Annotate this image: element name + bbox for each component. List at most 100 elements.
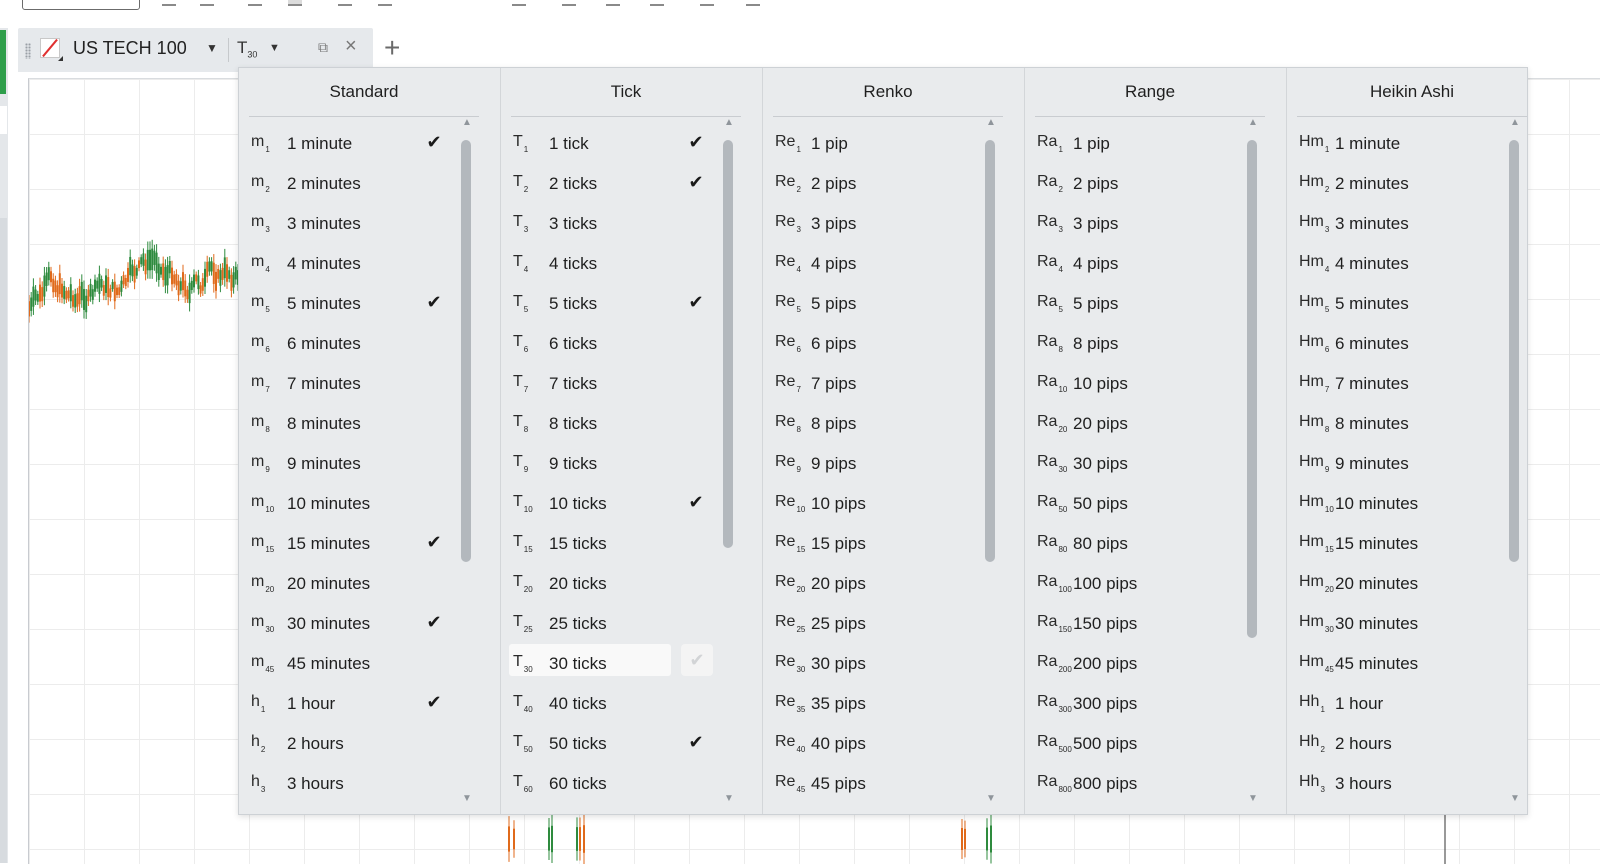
toolbar-tool-icon[interactable] <box>288 0 302 6</box>
period-option[interactable]: T7 7 ticks <box>501 363 741 403</box>
period-option[interactable]: T1 1 tick ✔ <box>501 123 741 163</box>
check-icon[interactable]: ✔ <box>424 532 444 552</box>
period-option[interactable]: Re3 3 pips <box>763 203 1003 243</box>
period-option[interactable]: Hm5 5 minutes <box>1287 283 1527 323</box>
period-option[interactable]: Ra4 4 pips <box>1025 243 1265 283</box>
period-dropdown-caret-icon[interactable]: ▼ <box>269 42 280 54</box>
period-option[interactable]: Ra10 10 pips <box>1025 363 1265 403</box>
period-option[interactable]: m4 4 minutes <box>239 243 479 283</box>
period-option[interactable]: Hm10 10 minutes <box>1287 483 1527 523</box>
period-option[interactable]: m45 45 minutes <box>239 643 479 683</box>
period-option[interactable]: Hm20 20 minutes <box>1287 563 1527 603</box>
check-icon[interactable]: ✔ <box>686 732 706 752</box>
period-option[interactable]: Re40 40 pips <box>763 723 1003 763</box>
period-option[interactable]: Ra1 1 pip <box>1025 123 1265 163</box>
check-icon[interactable]: ✔ <box>424 292 444 312</box>
period-option[interactable]: T3 3 ticks <box>501 203 741 243</box>
period-option[interactable]: Ra300 300 pips <box>1025 683 1265 723</box>
period-option[interactable]: T25 25 ticks <box>501 603 741 643</box>
period-option[interactable]: Re1 1 pip <box>763 123 1003 163</box>
period-option[interactable]: m3 3 minutes <box>239 203 479 243</box>
toolbar-tool-icon[interactable] <box>606 0 620 6</box>
period-option[interactable]: h2 2 hours <box>239 723 479 763</box>
period-option[interactable]: Ra100 100 pips <box>1025 563 1265 603</box>
period-option[interactable]: Hm7 7 minutes <box>1287 363 1527 403</box>
period-option[interactable]: T30 30 ticks ✔ <box>501 643 741 683</box>
period-option[interactable]: Hm1 1 minute <box>1287 123 1527 163</box>
period-option[interactable]: m15 15 minutes ✔ <box>239 523 479 563</box>
period-option[interactable]: m20 20 minutes <box>239 563 479 603</box>
period-option[interactable]: Re7 7 pips <box>763 363 1003 403</box>
period-option[interactable]: m9 9 minutes <box>239 443 479 483</box>
period-option[interactable]: m6 6 minutes <box>239 323 479 363</box>
check-icon[interactable]: ✔ <box>424 612 444 632</box>
toolbar-tool-icon[interactable] <box>162 0 176 6</box>
left-sidebar-tab[interactable] <box>0 106 7 134</box>
period-option[interactable]: Hm9 9 minutes <box>1287 443 1527 483</box>
period-option[interactable]: T60 60 ticks <box>501 763 741 803</box>
period-option[interactable]: T6 6 ticks <box>501 323 741 363</box>
drag-handle-icon[interactable] <box>25 43 31 59</box>
period-option[interactable]: T4 4 ticks <box>501 243 741 283</box>
period-option[interactable]: Re25 25 pips <box>763 603 1003 643</box>
period-option[interactable]: Re35 35 pips <box>763 683 1003 723</box>
period-option[interactable]: Ra2 2 pips <box>1025 163 1265 203</box>
period-option[interactable]: Ra8 8 pips <box>1025 323 1265 363</box>
period-option[interactable]: Re8 8 pips <box>763 403 1003 443</box>
period-option[interactable]: Hh2 2 hours <box>1287 723 1527 763</box>
period-option[interactable]: T10 10 ticks ✔ <box>501 483 741 523</box>
period-option[interactable]: Hm6 6 minutes <box>1287 323 1527 363</box>
period-option[interactable]: Ra80 80 pips <box>1025 523 1265 563</box>
check-icon[interactable]: ✔ <box>424 132 444 152</box>
period-option[interactable]: m2 2 minutes <box>239 163 479 203</box>
period-option[interactable]: m1 1 minute ✔ <box>239 123 479 163</box>
toolbar-tool-icon[interactable] <box>512 0 526 6</box>
period-option[interactable]: Re5 5 pips <box>763 283 1003 323</box>
period-option[interactable]: m10 10 minutes <box>239 483 479 523</box>
period-option[interactable]: m5 5 minutes ✔ <box>239 283 479 323</box>
period-option[interactable]: T50 50 ticks ✔ <box>501 723 741 763</box>
period-option[interactable]: Ra50 50 pips <box>1025 483 1265 523</box>
period-option[interactable]: h1 1 hour ✔ <box>239 683 479 723</box>
check-icon[interactable]: ✔ <box>686 492 706 512</box>
toolbar-search-box[interactable] <box>22 0 140 10</box>
period-option[interactable]: Ra150 150 pips <box>1025 603 1265 643</box>
check-icon[interactable]: ✔ <box>687 650 707 670</box>
period-option[interactable]: Ra5 5 pips <box>1025 283 1265 323</box>
period-option[interactable]: Hm45 45 minutes <box>1287 643 1527 683</box>
close-icon[interactable]: × <box>345 36 357 56</box>
instrument-name[interactable]: US TECH 100 <box>73 38 187 59</box>
period-option[interactable]: T8 8 ticks <box>501 403 741 443</box>
period-option[interactable]: m8 8 minutes <box>239 403 479 443</box>
period-option[interactable]: Hh1 1 hour <box>1287 683 1527 723</box>
period-option[interactable]: Re15 15 pips <box>763 523 1003 563</box>
period-option[interactable]: Re10 10 pips <box>763 483 1003 523</box>
toolbar-tool-icon[interactable] <box>338 0 352 6</box>
toolbar-tool-icon[interactable] <box>200 0 214 6</box>
check-icon[interactable]: ✔ <box>686 292 706 312</box>
period-option[interactable]: Re20 20 pips <box>763 563 1003 603</box>
period-option[interactable]: Ra3 3 pips <box>1025 203 1265 243</box>
period-option[interactable]: Re9 9 pips <box>763 443 1003 483</box>
toolbar-tool-icon[interactable] <box>248 0 262 6</box>
period-option[interactable]: Hm30 30 minutes <box>1287 603 1527 643</box>
toolbar-tool-icon[interactable] <box>650 0 664 6</box>
popout-icon[interactable]: ⧉ <box>318 40 332 54</box>
period-option[interactable]: h3 3 hours <box>239 763 479 803</box>
period-option[interactable]: Re6 6 pips <box>763 323 1003 363</box>
period-option[interactable]: Re4 4 pips <box>763 243 1003 283</box>
period-option[interactable]: Ra20 20 pips <box>1025 403 1265 443</box>
period-option[interactable]: Hm4 4 minutes <box>1287 243 1527 283</box>
period-option[interactable]: Hm2 2 minutes <box>1287 163 1527 203</box>
period-option[interactable]: Ra30 30 pips <box>1025 443 1265 483</box>
instrument-dropdown-caret-icon[interactable]: ▼ <box>206 41 218 55</box>
period-option[interactable]: Hm8 8 minutes <box>1287 403 1527 443</box>
period-option[interactable]: Re30 30 pips <box>763 643 1003 683</box>
period-option[interactable]: m30 30 minutes ✔ <box>239 603 479 643</box>
period-option[interactable]: T20 20 ticks <box>501 563 741 603</box>
period-option[interactable]: Hh3 3 hours <box>1287 763 1527 803</box>
period-option[interactable]: T15 15 ticks <box>501 523 741 563</box>
check-icon[interactable]: ✔ <box>686 132 706 152</box>
period-option[interactable]: Ra800 800 pips <box>1025 763 1265 803</box>
period-option[interactable]: Hm15 15 minutes <box>1287 523 1527 563</box>
